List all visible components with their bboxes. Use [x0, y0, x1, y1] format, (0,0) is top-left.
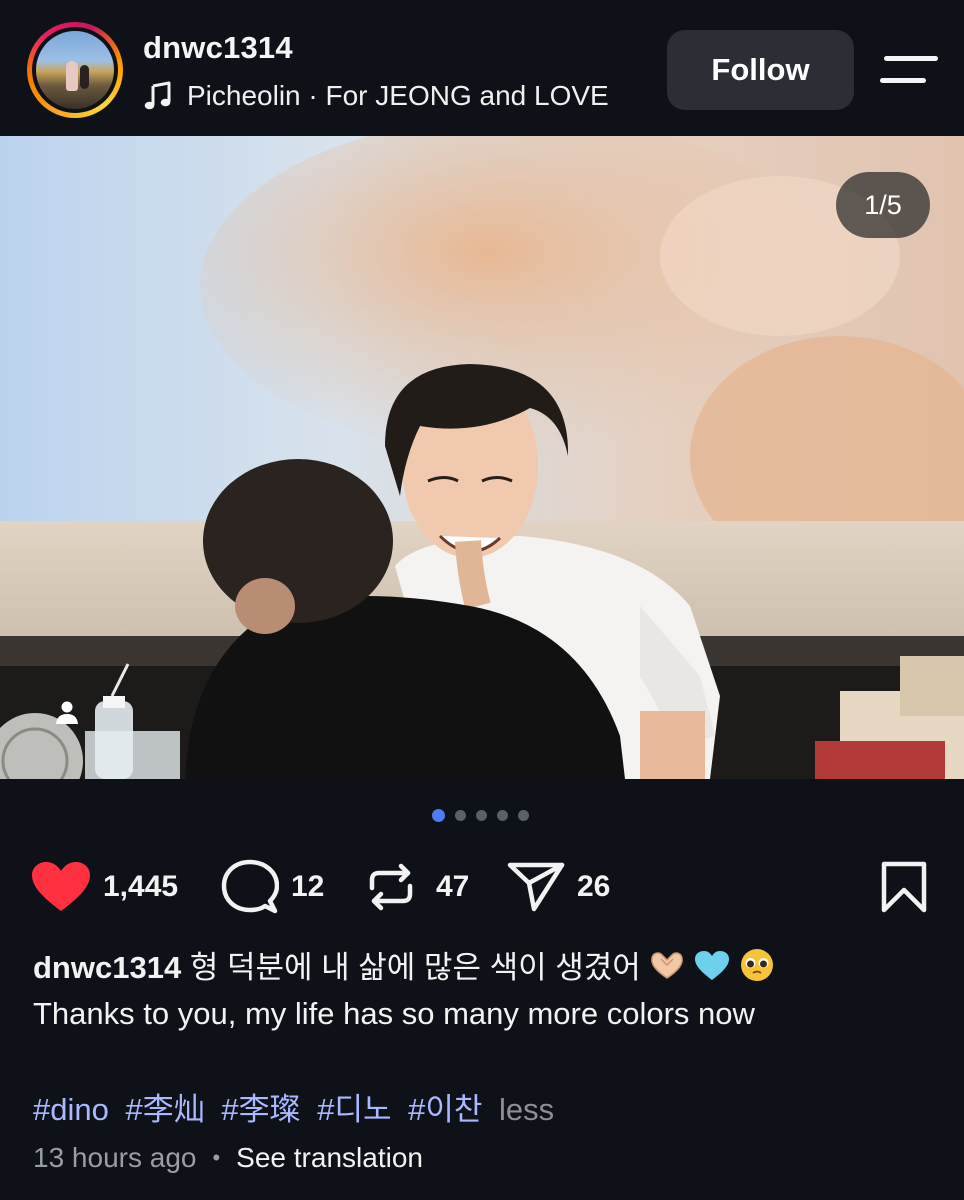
carousel-dot: [497, 810, 508, 821]
post-image[interactable]: 1/5: [0, 136, 964, 779]
hashtag-link[interactable]: #이찬: [408, 1092, 482, 1127]
post-meta: 13 hours ago • See translation: [33, 1142, 423, 1174]
post-photo-illustration: [0, 136, 964, 779]
avatar[interactable]: [36, 31, 114, 109]
see-translation-button[interactable]: See translation: [236, 1142, 423, 1174]
avatar-story-ring[interactable]: [27, 22, 123, 118]
post-timestamp: 13 hours ago: [33, 1142, 197, 1173]
repost-button[interactable]: 47: [366, 852, 469, 922]
caption-korean-text: 형 덕분에 내 삶에 많은 색이 생겼어: [189, 950, 641, 985]
post-screen: dnwc1314 Picheolin · For JEONG and LOVE …: [0, 0, 964, 1200]
repost-icon: [369, 863, 413, 911]
comment-button[interactable]: 12: [221, 852, 324, 922]
less-button[interactable]: less: [499, 1092, 554, 1127]
caption-english-text: Thanks to you, my life has so many more …: [33, 996, 755, 1031]
hashtag-link[interactable]: #李灿: [125, 1092, 204, 1127]
carousel-dot: [455, 810, 466, 821]
hashtag-link[interactable]: #dino: [33, 1092, 109, 1127]
caption-username[interactable]: dnwc1314: [33, 950, 181, 985]
hashtag-link[interactable]: #디노: [317, 1092, 391, 1127]
carousel-indicator: [0, 809, 964, 824]
carousel-dot: [476, 810, 487, 821]
comment-icon: [221, 859, 279, 914]
image-counter: 1/5: [836, 172, 930, 238]
comment-count[interactable]: 12: [291, 870, 324, 904]
carousel-dot: [518, 810, 529, 821]
music-track-label: Picheolin · For JEONG and LOVE: [187, 80, 609, 111]
post-caption: dnwc1314 형 덕분에 내 삶에 많은 색이 생겼어 Thanks to …: [33, 945, 933, 1037]
pleading-face-icon: [740, 949, 773, 981]
music-attribution[interactable]: Picheolin · For JEONG and LOVE: [143, 80, 609, 112]
header-username[interactable]: dnwc1314: [143, 30, 293, 66]
share-icon: [507, 862, 565, 912]
hashtag-link[interactable]: #李璨: [221, 1092, 300, 1127]
like-button[interactable]: 1,445: [31, 852, 178, 922]
light-blue-heart-icon: [695, 951, 730, 980]
music-note-icon: [144, 81, 171, 110]
carousel-dot: [432, 809, 445, 822]
bookmark-icon: [881, 861, 927, 913]
hashtag-list: #dino #李灿 #李璨 #디노 #이찬 less: [33, 1084, 554, 1129]
follow-button[interactable]: Follow: [667, 30, 854, 110]
menu-icon[interactable]: [880, 52, 938, 90]
tagged-people-icon[interactable]: [48, 694, 86, 732]
separator-dot: •: [212, 1145, 221, 1170]
share-button[interactable]: 26: [507, 852, 610, 922]
heart-hands-icon: [651, 952, 684, 979]
repost-count[interactable]: 47: [436, 870, 469, 904]
post-header: dnwc1314 Picheolin · For JEONG and LOVE …: [0, 0, 964, 136]
like-count[interactable]: 1,445: [103, 870, 178, 904]
heart-filled-icon: [32, 862, 90, 911]
save-button[interactable]: [880, 852, 928, 922]
action-bar: 1,445 12 47 26: [0, 852, 964, 922]
share-count[interactable]: 26: [577, 870, 610, 904]
